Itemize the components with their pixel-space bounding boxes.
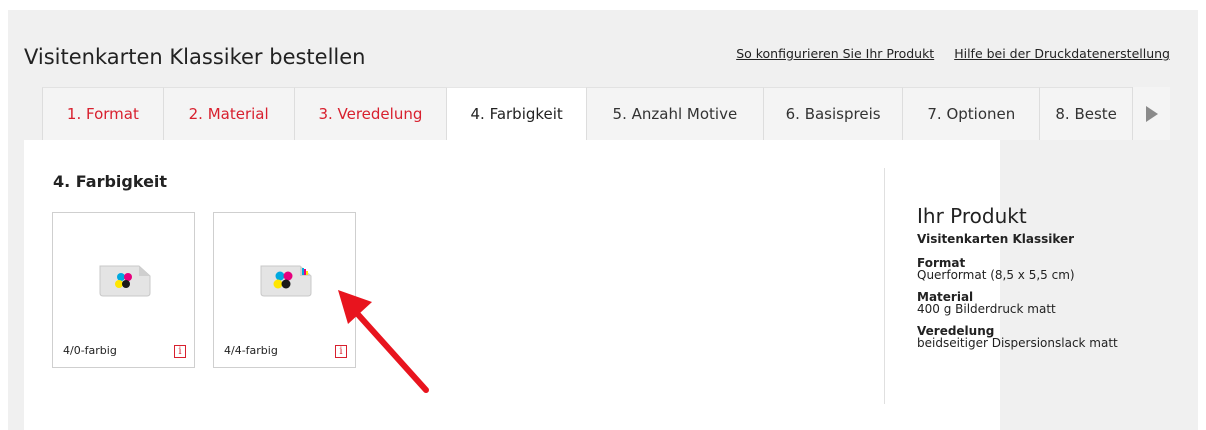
tab-veredelung[interactable]: 3. Veredelung (293, 87, 447, 140)
triangle-right-icon (1145, 105, 1158, 122)
summary-veredelung-value: beidseitiger Dispersionslack matt (917, 336, 1118, 350)
product-summary: Ihr Produkt Visitenkarten Klassiker Form… (917, 204, 1167, 359)
info-icon[interactable]: i (174, 345, 186, 358)
option-label: 4/0-farbig (63, 344, 117, 357)
print-data-help-link[interactable]: Hilfe bei der Druckdatenerstellung (954, 46, 1170, 61)
summary-product-name: Visitenkarten Klassiker (917, 232, 1075, 246)
summary-material-value: 400 g Bilderdruck matt (917, 302, 1056, 316)
tab-bestellung[interactable]: 8. Beste (1039, 87, 1133, 140)
page-title: Visitenkarten Klassiker bestellen (24, 45, 366, 69)
tab-farbigkeit[interactable]: 4. Farbigkeit (446, 87, 587, 140)
option-4-0-farbig[interactable]: 4/0-farbig i (52, 212, 195, 368)
summary-format-value: Querformat (8,5 x 5,5 cm) (917, 268, 1075, 282)
summary-title: Ihr Produkt (917, 204, 1027, 228)
cmyk-card-icon (99, 265, 151, 297)
configure-product-link[interactable]: So konfigurieren Sie Ihr Produkt (736, 46, 934, 61)
tabs-next-button[interactable] (1132, 87, 1170, 140)
option-label: 4/4-farbig (224, 344, 278, 357)
help-links: So konfigurieren Sie Ihr Produkt Hilfe b… (720, 46, 1170, 61)
red-arrow-annotation (338, 290, 429, 393)
tab-material[interactable]: 2. Material (162, 87, 294, 140)
divider (884, 168, 885, 404)
tab-optionen[interactable]: 7. Optionen (902, 87, 1040, 140)
tab-anzahl-motive[interactable]: 5. Anzahl Motive (586, 87, 763, 140)
step-tabs: 1. Format 2. Material 3. Veredelung 4. F… (42, 87, 1170, 140)
tab-basispreis[interactable]: 6. Basispreis (762, 87, 903, 140)
cmyk-card-icon (260, 265, 312, 297)
tab-format[interactable]: 1. Format (42, 87, 163, 140)
section-title: 4. Farbigkeit (53, 172, 168, 191)
config-panel: 4. Farbigkeit 4/0-farbig i 4/4-farbig i (24, 140, 1118, 430)
